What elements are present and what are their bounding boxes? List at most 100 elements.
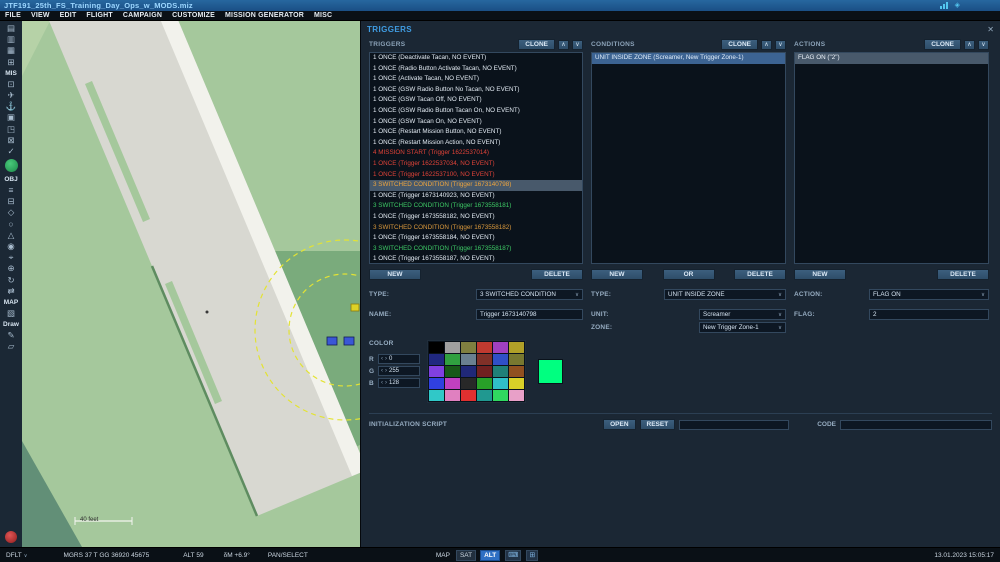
clone-action-button[interactable]: CLONE — [924, 39, 961, 50]
or-condition-button[interactable]: OR — [663, 269, 715, 280]
trigger-row[interactable]: 1 ONCE (GSW Tacan On, NO EVENT) — [370, 117, 582, 128]
coordinate-mode-selector[interactable]: DFLT∨ — [6, 552, 27, 559]
delete-trigger-button[interactable]: DELETE — [531, 269, 583, 280]
palette-color-cell[interactable] — [445, 378, 460, 389]
menu-item[interactable]: VIEW — [31, 12, 50, 19]
palette-color-cell[interactable] — [477, 342, 492, 353]
trigger-row[interactable]: 1 ONCE (GSW Tacan Off, NO EVENT) — [370, 95, 582, 106]
palette-color-cell[interactable] — [509, 342, 524, 353]
new-condition-button[interactable]: NEW — [591, 269, 643, 280]
swap-icon[interactable]: ⇄ — [0, 286, 22, 297]
new-action-button[interactable]: NEW — [794, 269, 846, 280]
target-icon[interactable]: ◉ — [0, 241, 22, 252]
palette-color-cell[interactable] — [493, 390, 508, 401]
map-view[interactable]: 40 feet — [22, 21, 360, 547]
trigger-row[interactable]: 1 ONCE (Restart Mission Button, NO EVENT… — [370, 127, 582, 138]
waypoint-icon[interactable]: ◇ — [0, 207, 22, 218]
layers-icon[interactable]: ▧ — [0, 308, 22, 319]
status-indicator-icon[interactable]: ◈ — [955, 2, 960, 9]
open-mission-icon[interactable]: ▥ — [0, 34, 22, 45]
trigger-name-input[interactable]: Trigger 1673140798 — [476, 309, 583, 320]
actions-list[interactable]: FLAG ON ("2") — [794, 52, 989, 264]
trigger-row[interactable]: 3 SWITCHED CONDITION (Trigger 1673558187… — [370, 244, 582, 255]
trigger-row[interactable]: 1 ONCE (Trigger 1673140923, NO EVENT) — [370, 191, 582, 202]
palette-color-cell[interactable] — [493, 342, 508, 353]
palette-color-cell[interactable] — [429, 342, 444, 353]
weather-icon[interactable] — [5, 159, 18, 172]
menu-item[interactable]: MISC — [314, 12, 332, 19]
condition-type-dropdown[interactable]: UNIT INSIDE ZONE ∨ — [664, 289, 786, 300]
decrement-icon[interactable]: ‹ — [381, 380, 383, 386]
condition-zone-dropdown[interactable]: New Trigger Zone-1 ∨ — [699, 322, 786, 333]
init-script-field[interactable] — [679, 420, 789, 430]
trigger-row[interactable]: 3 SWITCHED CONDITION (Trigger 1673558182… — [370, 223, 582, 234]
palette-color-cell[interactable] — [477, 378, 492, 389]
palette-color-cell[interactable] — [509, 390, 524, 401]
increment-icon[interactable]: › — [385, 380, 387, 386]
trigger-row[interactable]: 4 MISSION START (Trigger 1622537014) — [370, 148, 582, 159]
action-row[interactable]: FLAG ON ("2") — [795, 53, 988, 64]
aircraft-icon[interactable]: ✈ — [0, 90, 22, 101]
blue-channel-stepper[interactable]: ‹ › 128 — [378, 378, 420, 388]
reset-script-button[interactable]: RESET — [640, 419, 676, 430]
static-object-icon[interactable]: ◳ — [0, 124, 22, 135]
map-layer-button[interactable]: MAP — [436, 552, 450, 559]
alt-layer-button[interactable]: ALT — [480, 550, 500, 561]
sat-layer-button[interactable]: SAT — [456, 550, 476, 561]
condition-unit-dropdown[interactable]: Screamer ∨ — [699, 309, 786, 320]
trigger-row[interactable]: 1 ONCE (GSW Radio Button Tacan On, NO EV… — [370, 106, 582, 117]
trigger-row[interactable]: 1 ONCE (Trigger 1622537100, NO EVENT) — [370, 170, 582, 181]
open-script-button[interactable]: OPEN — [603, 419, 635, 430]
red-channel-stepper[interactable]: ‹ › 0 — [378, 354, 420, 364]
new-trigger-button[interactable]: NEW — [369, 269, 421, 280]
palette-color-cell[interactable] — [461, 378, 476, 389]
clone-condition-button[interactable]: CLONE — [721, 39, 758, 50]
palette-color-cell[interactable] — [493, 366, 508, 377]
palette-color-cell[interactable] — [493, 354, 508, 365]
palette-color-cell[interactable] — [429, 390, 444, 401]
keyboard-icon[interactable]: ⌨ — [505, 550, 521, 561]
palette-color-cell[interactable] — [509, 366, 524, 377]
move-action-down-icon[interactable]: ∨ — [978, 40, 989, 50]
palette-color-cell[interactable] — [461, 354, 476, 365]
delete-condition-button[interactable]: DELETE — [734, 269, 786, 280]
delete-action-button[interactable]: DELETE — [937, 269, 989, 280]
trigger-row[interactable]: 1 ONCE (Trigger 1673558187, NO EVENT) — [370, 254, 582, 264]
increment-icon[interactable]: › — [385, 368, 387, 374]
triangle-tool-icon[interactable]: △ — [0, 230, 22, 241]
palette-color-cell[interactable] — [429, 366, 444, 377]
trigger-row[interactable]: 1 ONCE (GSW Radio Button No Tacan, NO EV… — [370, 85, 582, 96]
decrement-icon[interactable]: ‹ — [381, 368, 383, 374]
palette-color-cell[interactable] — [477, 354, 492, 365]
trigger-row[interactable]: 1 ONCE (Deactivate Tacan, NO EVENT) — [370, 53, 582, 64]
condition-row[interactable]: UNIT INSIDE ZONE (Screamer, New Trigger … — [592, 53, 785, 64]
trigger-row[interactable]: 1 ONCE (Trigger 1622537034, NO EVENT) — [370, 159, 582, 170]
conditions-list[interactable]: UNIT INSIDE ZONE (Screamer, New Trigger … — [591, 52, 786, 264]
palette-color-cell[interactable] — [493, 378, 508, 389]
action-type-dropdown[interactable]: FLAG ON ∨ — [869, 289, 989, 300]
move-trigger-up-icon[interactable]: ∧ — [558, 40, 569, 50]
trigger-row[interactable]: 1 ONCE (Trigger 1673558182, NO EVENT) — [370, 212, 582, 223]
trigger-row[interactable]: 1 ONCE (Activate Tacan, NO EVENT) — [370, 74, 582, 85]
circle-tool-icon[interactable]: ○ — [0, 219, 22, 230]
palette-color-cell[interactable] — [509, 378, 524, 389]
menu-item[interactable]: FLIGHT — [86, 12, 112, 19]
polygon-icon[interactable]: ▱ — [0, 341, 22, 352]
palette-color-cell[interactable] — [445, 342, 460, 353]
options-icon[interactable]: ⊞ — [0, 57, 22, 68]
add-object-icon[interactable]: ⊕ — [0, 263, 22, 274]
ship-icon[interactable]: ⚓ — [0, 101, 22, 112]
move-action-up-icon[interactable]: ∧ — [964, 40, 975, 50]
trigger-zone-icon[interactable]: ⊠ — [0, 135, 22, 146]
palette-color-cell[interactable] — [461, 366, 476, 377]
refresh-icon[interactable]: ↻ — [0, 275, 22, 286]
trigger-row[interactable]: 1 ONCE (Restart Mission Action, NO EVENT… — [370, 138, 582, 149]
palette-color-cell[interactable] — [477, 390, 492, 401]
clone-trigger-button[interactable]: CLONE — [518, 39, 555, 50]
palette-color-cell[interactable] — [445, 390, 460, 401]
move-trigger-down-icon[interactable]: ∨ — [572, 40, 583, 50]
briefing-icon[interactable]: ⊡ — [0, 79, 22, 90]
crosshair-icon[interactable]: ⌖ — [0, 252, 22, 263]
palette-color-cell[interactable] — [461, 390, 476, 401]
menu-item[interactable]: MISSION GENERATOR — [225, 12, 304, 19]
